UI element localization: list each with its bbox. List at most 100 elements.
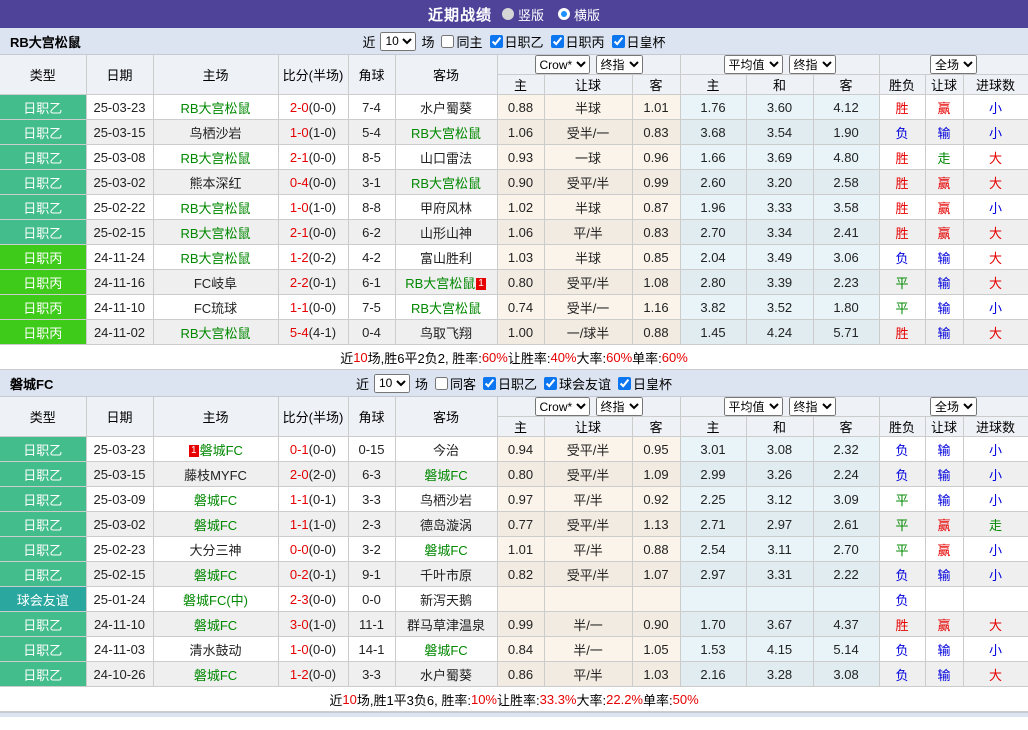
team-link[interactable]: 磐城FC xyxy=(194,618,237,633)
home-team-cell: 磐城FC xyxy=(153,487,278,512)
league-j2-checkbox-input[interactable] xyxy=(483,377,496,390)
handicap-result-cell: 赢 xyxy=(925,170,963,195)
fulltime-score: 5-4 xyxy=(290,325,309,340)
match-row: 日职乙25-02-15RB大宫松鼠2-1(0-0)6-2山形山神1.06平/半0… xyxy=(0,220,1028,245)
odds-source-select[interactable]: Crow* xyxy=(535,397,590,416)
emperor-cup-checkbox-input[interactable] xyxy=(612,35,625,48)
checkbox-label: 日皇杯 xyxy=(627,32,666,51)
avg-away-cell xyxy=(813,587,879,612)
team-link[interactable]: 山形山神 xyxy=(420,226,472,241)
home-team-cell: FC岐阜 xyxy=(153,270,278,295)
league-j2-checkbox[interactable]: 日职乙 xyxy=(479,374,537,393)
match-count-select[interactable]: 10 xyxy=(374,374,410,393)
team-link[interactable]: 鸟栖沙岩 xyxy=(189,126,241,141)
team-link[interactable]: 藤枝MYFC xyxy=(184,468,247,483)
team-link[interactable]: 磐城FC xyxy=(194,518,237,533)
team-link[interactable]: 山口雷法 xyxy=(420,151,472,166)
fulltime-score: 1-2 xyxy=(290,250,309,265)
league-j2-checkbox[interactable]: 日职乙 xyxy=(486,32,544,51)
team-link[interactable]: RB大宫松鼠 xyxy=(180,151,250,166)
emperor-cup-checkbox[interactable]: 日皇杯 xyxy=(614,374,672,393)
same-away-checkbox-input[interactable] xyxy=(435,377,448,390)
team-link[interactable]: 磐城FC xyxy=(194,668,237,683)
match-date: 25-03-09 xyxy=(86,487,153,512)
team-link[interactable]: 磐城FC xyxy=(194,568,237,583)
result-cell: 平 xyxy=(879,295,925,320)
team-link[interactable]: 德岛漩涡 xyxy=(420,518,472,533)
halftime-score: (0-0) xyxy=(309,225,336,240)
average-source-select[interactable]: 平均值 xyxy=(724,55,783,74)
team-link[interactable]: RB大宫松鼠 xyxy=(180,201,250,216)
team-link[interactable]: 今治 xyxy=(433,443,459,458)
league-j3-checkbox[interactable]: 日职丙 xyxy=(547,32,605,51)
league-j2-checkbox-input[interactable] xyxy=(490,35,503,48)
team-link[interactable]: FC琉球 xyxy=(194,301,237,316)
scope-select[interactable]: 全场 xyxy=(930,397,977,416)
match-count-select[interactable]: 10 xyxy=(380,32,416,51)
team-link[interactable]: 清水鼓动 xyxy=(189,643,241,658)
scope-select[interactable]: 全场 xyxy=(930,55,977,74)
sub-header-home-odds: 主 xyxy=(497,417,544,437)
same-away-checkbox[interactable]: 同客 xyxy=(431,374,476,393)
odds-source-select[interactable]: Crow* xyxy=(535,55,590,74)
league-j3-checkbox-input[interactable] xyxy=(551,35,564,48)
team-link[interactable]: 磐城FC(中) xyxy=(183,593,248,608)
games-label: 场 xyxy=(415,374,428,393)
horizontal-layout-radio[interactable]: 横版 xyxy=(558,5,600,24)
odds-time-select[interactable]: 终指 xyxy=(596,397,643,416)
average-time-select[interactable]: 终指 xyxy=(789,55,836,74)
checkbox-label: 日皇杯 xyxy=(633,374,672,393)
team-link[interactable]: RB大宫松鼠 xyxy=(411,126,481,141)
team-link[interactable]: 甲府风林 xyxy=(420,201,472,216)
odds-source-group: Crow* 终指 xyxy=(497,397,680,417)
avg-draw-cell: 3.26 xyxy=(746,462,813,487)
team-link[interactable]: RB大宫松鼠 xyxy=(180,251,250,266)
average-source-select[interactable]: 平均值 xyxy=(724,397,783,416)
emperor-cup-checkbox-input[interactable] xyxy=(618,377,631,390)
summary-text: 场,胜6平2负2, 胜率: xyxy=(368,348,482,367)
away-team-cell: RB大宫松鼠 xyxy=(395,295,497,320)
checkbox-label: 同主 xyxy=(456,32,482,51)
goals-result-cell: 大 xyxy=(963,145,1028,170)
emperor-cup-checkbox[interactable]: 日皇杯 xyxy=(608,32,666,51)
team-link[interactable]: 群马草津温泉 xyxy=(407,618,485,633)
team-link[interactable]: 磐城FC xyxy=(194,493,237,508)
team-link[interactable]: RB大宫松鼠 xyxy=(411,176,481,191)
team-link[interactable]: RB大宫松鼠 xyxy=(180,101,250,116)
same-home-checkbox-input[interactable] xyxy=(441,35,454,48)
team-link[interactable]: 富山胜利 xyxy=(420,251,472,266)
club-friendly-checkbox-input[interactable] xyxy=(544,377,557,390)
team-link[interactable]: 千叶市原 xyxy=(420,568,472,583)
team-link[interactable]: 磐城FC xyxy=(424,543,467,558)
average-time-select[interactable]: 终指 xyxy=(789,397,836,416)
team-link[interactable]: 磐城FC xyxy=(424,468,467,483)
team-link[interactable]: 水户蜀葵 xyxy=(420,101,472,116)
team-link[interactable]: 鸟取飞翔 xyxy=(420,326,472,341)
team-link[interactable]: 熊本深红 xyxy=(189,176,241,191)
away-team-cell: 今治 xyxy=(395,437,497,462)
vertical-layout-radio[interactable]: 竖版 xyxy=(502,5,544,24)
team-link[interactable]: 磐城FC xyxy=(424,643,467,658)
checkbox-label: 日职丙 xyxy=(566,32,605,51)
near-label: 近 xyxy=(356,374,369,393)
away-team-cell: 磐城FC xyxy=(395,537,497,562)
avg-away-cell: 1.90 xyxy=(813,120,879,145)
summary-text: 让胜率: xyxy=(497,690,540,709)
avg-away-cell: 4.80 xyxy=(813,145,879,170)
team-link[interactable]: 鸟栖沙岩 xyxy=(420,493,472,508)
team-link[interactable]: RB大宫松鼠 xyxy=(180,326,250,341)
match-row: 日职乙25-02-22RB大宫松鼠1-0(1-0)8-8甲府风林1.02半球0.… xyxy=(0,195,1028,220)
same-home-checkbox[interactable]: 同主 xyxy=(437,32,482,51)
filter-controls: 近 10 场 同客 日职乙 球会友谊 日皇杯 xyxy=(356,374,672,393)
team-link[interactable]: RB大宫松鼠 xyxy=(411,301,481,316)
team-link[interactable]: 磐城FC xyxy=(200,443,243,458)
avg-away-cell: 2.70 xyxy=(813,537,879,562)
team-link[interactable]: 新泻天鹅 xyxy=(420,593,472,608)
club-friendly-checkbox[interactable]: 球会友谊 xyxy=(540,374,611,393)
odds-time-select[interactable]: 终指 xyxy=(596,55,643,74)
team-link[interactable]: RB大宫松鼠 xyxy=(180,226,250,241)
team-link[interactable]: RB大宫松鼠 xyxy=(405,276,475,291)
team-link[interactable]: 水户蜀葵 xyxy=(420,668,472,683)
team-link[interactable]: 大分三神 xyxy=(189,543,241,558)
team-link[interactable]: FC岐阜 xyxy=(194,276,237,291)
